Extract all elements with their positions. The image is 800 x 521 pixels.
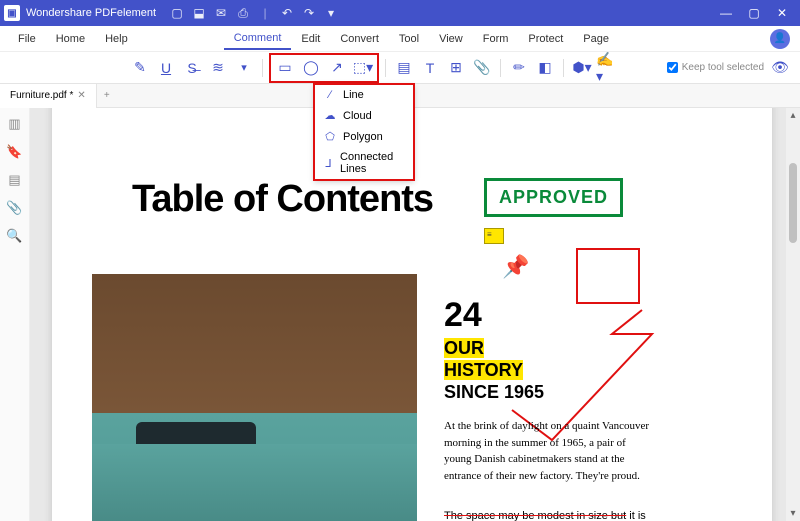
menu-help[interactable]: Help (95, 29, 138, 49)
heading-line1: OUR (444, 338, 484, 359)
pushpin-icon[interactable]: 📌 (502, 254, 529, 280)
menu-view[interactable]: View (429, 29, 473, 49)
menu-comment[interactable]: Comment (224, 28, 292, 50)
folder-icon[interactable]: ▢ (170, 6, 184, 20)
approved-stamp[interactable]: APPROVED (484, 178, 623, 217)
close-tab-icon[interactable]: ✕ (77, 90, 85, 101)
redo-icon[interactable]: ↷ (302, 6, 316, 20)
visibility-icon[interactable]: 👁 (768, 56, 792, 80)
add-tab-button[interactable]: + (97, 90, 117, 101)
highlight-tool-icon[interactable]: ✎ (128, 56, 152, 80)
minimize-button[interactable]: ― (712, 0, 740, 26)
menu-protect[interactable]: Protect (518, 29, 573, 49)
menu-form[interactable]: Form (473, 29, 519, 49)
dropdown-item-line[interactable]: ∕Line (315, 85, 413, 105)
comments-panel-icon[interactable]: ▤ (8, 172, 20, 188)
shape-tools-group: ▭ ◯ ↗ ⬚▾ (269, 53, 379, 83)
more-icon[interactable]: ▾ (232, 56, 256, 80)
stamp-tool-icon[interactable]: ⬢▾ (570, 56, 594, 80)
mail-icon[interactable]: ✉ (214, 6, 228, 20)
line-icon: ∕ (323, 89, 337, 101)
furniture-photo (92, 274, 417, 521)
separator (500, 59, 501, 77)
page-number: 24 (444, 296, 482, 335)
menu-edit[interactable]: Edit (291, 29, 330, 49)
thumbnails-icon[interactable]: ▥ (8, 116, 20, 132)
connected-lines-icon: ⅃ (323, 157, 334, 170)
app-title: Wondershare PDFelement (26, 7, 156, 19)
comment-toolbar: ✎ U S̶ ≋ ▾ ▭ ◯ ↗ ⬚▾ ▤ T ⊞ 📎 ✏ ◧ ⬢▾ ✍▾ Ke… (0, 52, 800, 84)
attach-tool-icon[interactable]: 📎 (470, 56, 494, 80)
arrow-shape-icon[interactable]: ↗ (325, 56, 349, 80)
left-panel: ▥ 🔖 ▤ 📎 🔍 (0, 108, 30, 521)
dropdown-item-polygon[interactable]: ⬠Polygon (315, 126, 413, 147)
separator (262, 59, 263, 77)
eraser-tool-icon[interactable]: ◧ (533, 56, 557, 80)
close-button[interactable]: ✕ (768, 0, 796, 26)
vertical-scrollbar[interactable]: ▴ ▾ (786, 108, 800, 521)
menu-tool[interactable]: Tool (389, 29, 429, 49)
separator (563, 59, 564, 77)
undo-icon[interactable]: ↶ (280, 6, 294, 20)
page-title: Table of Contents (132, 178, 433, 221)
sticky-note[interactable]: ≡ (484, 228, 504, 244)
customize-icon[interactable]: ▾ (324, 6, 338, 20)
print-icon[interactable]: ⎙ (236, 6, 250, 20)
separator (385, 59, 386, 77)
note-tool-icon[interactable]: ▤ (392, 56, 416, 80)
pencil-tool-icon[interactable]: ✏ (507, 56, 531, 80)
menu-convert[interactable]: Convert (330, 29, 389, 49)
user-avatar[interactable]: 👤 (770, 29, 790, 49)
text-tool-icon[interactable]: T (418, 56, 442, 80)
menubar: File Home Help Comment Edit Convert Tool… (0, 26, 800, 52)
body-paragraph-2: The space may be modest in size but it i… (444, 508, 654, 521)
oval-shape-icon[interactable]: ◯ (299, 56, 323, 80)
tab-label: Furniture.pdf * (10, 90, 73, 101)
more-shapes-icon[interactable]: ⬚▾ (351, 56, 375, 80)
keep-tool-label: Keep tool selected (682, 62, 764, 73)
polygon-icon: ⬠ (323, 130, 337, 143)
menu-file[interactable]: File (8, 29, 46, 49)
signature-tool-icon[interactable]: ✍▾ (596, 56, 620, 80)
rectangle-shape-icon[interactable]: ▭ (273, 56, 297, 80)
squiggly-tool-icon[interactable]: ≋ (206, 56, 230, 80)
callout-tool-icon[interactable]: ⊞ (444, 56, 468, 80)
keep-tool-checkbox[interactable] (667, 62, 678, 73)
search-icon[interactable]: 🔍 (6, 228, 22, 244)
menu-page[interactable]: Page (573, 29, 619, 49)
underline-tool-icon[interactable]: U (154, 56, 178, 80)
heading-line3: SINCE 1965 (444, 382, 544, 403)
scroll-down-icon[interactable]: ▾ (788, 506, 797, 521)
titlebar: ▣ Wondershare PDFelement ▢ ⬓ ✉ ⎙ | ↶ ↷ ▾… (0, 0, 800, 26)
strike-tool-icon[interactable]: S̶ (180, 56, 204, 80)
attachments-icon[interactable]: 📎 (6, 200, 22, 216)
heading-line2: HISTORY (444, 360, 523, 381)
menu-home[interactable]: Home (46, 29, 95, 49)
cloud-icon: ☁ (323, 109, 337, 122)
rectangle-annotation[interactable] (576, 248, 640, 304)
body-paragraph-1: At the brink of daylight on a quaint Van… (444, 418, 654, 484)
dropdown-item-connected[interactable]: ⅃Connected Lines (315, 147, 413, 179)
shapes-dropdown: ∕Line ☁Cloud ⬠Polygon ⅃Connected Lines (314, 84, 414, 180)
scroll-up-icon[interactable]: ▴ (788, 108, 797, 123)
app-logo: ▣ (4, 5, 20, 21)
document-tab[interactable]: Furniture.pdf * ✕ (0, 84, 97, 108)
maximize-button[interactable]: ▢ (740, 0, 768, 26)
save-icon[interactable]: ⬓ (192, 6, 206, 20)
bookmarks-icon[interactable]: 🔖 (6, 144, 22, 160)
scrollbar-thumb[interactable] (789, 163, 797, 243)
dropdown-item-cloud[interactable]: ☁Cloud (315, 105, 413, 126)
